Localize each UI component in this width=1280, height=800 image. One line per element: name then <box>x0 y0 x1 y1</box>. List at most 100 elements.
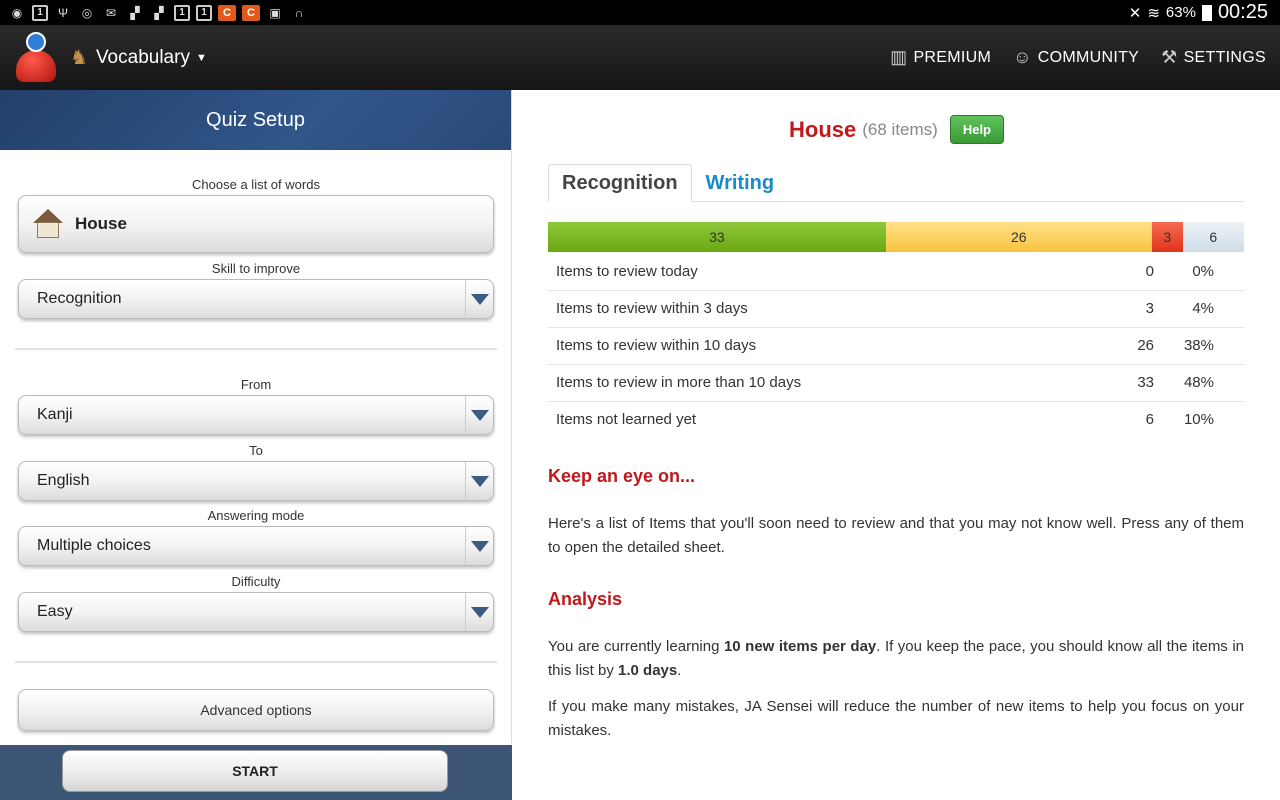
calendar-icon: 1 <box>196 4 212 21</box>
battery-label: 63% <box>1165 4 1196 21</box>
stat-name: Items to review within 3 days <box>548 290 1074 328</box>
house-icon <box>31 207 65 241</box>
from-select[interactable]: Kanji <box>18 395 494 435</box>
hammer-icon: ⚒ <box>1161 47 1178 67</box>
mode-value: Multiple choices <box>37 537 151 554</box>
stat-percent: 10% <box>1183 411 1214 429</box>
action-bar: ▥ PREMIUM ☺ COMMUNITY ⚒ SETTINGS <box>890 25 1266 90</box>
start-button[interactable]: START <box>62 750 448 792</box>
c-icon: C <box>242 4 260 21</box>
stat-name: Items not learned yet <box>556 411 697 429</box>
list-label: Choose a list of words <box>192 177 320 192</box>
dropdown-arrow-icon <box>465 593 493 631</box>
stat-percent: 4% <box>1154 290 1244 328</box>
settings-button[interactable]: ⚒ SETTINGS <box>1161 47 1266 68</box>
divider <box>15 348 497 350</box>
bar-segment-10-days: 26 <box>885 222 1152 252</box>
to-value: English <box>37 472 90 489</box>
stat-name: Items to review within 10 days <box>548 327 1074 365</box>
advanced-options-button[interactable]: Advanced options <box>18 689 494 731</box>
dropdown-arrow-icon <box>465 280 493 318</box>
from-value: Kanji <box>37 406 73 423</box>
list-detail-panel: House (68 items) Help Recognition Writin… <box>513 90 1280 800</box>
answering-mode-select[interactable]: Multiple choices <box>18 526 494 566</box>
stat-name: Items to review in more than 10 days <box>548 364 1074 402</box>
clock: 00:25 <box>1217 1 1268 23</box>
tab-recognition[interactable]: Recognition <box>548 164 692 202</box>
barcode-icon: ▥ <box>890 47 908 67</box>
app-logo-icon[interactable] <box>14 31 58 84</box>
dropdown-arrow-icon <box>465 527 493 565</box>
caret-down-icon[interactable]: ▼ <box>196 52 207 64</box>
divider <box>15 661 497 663</box>
skill-value: Recognition <box>37 290 122 307</box>
flipboard-icon: ▞ <box>130 5 140 20</box>
review-progress-bar: 33 26 3 6 <box>548 222 1244 252</box>
analysis-days-value: 1.0 days <box>618 662 678 679</box>
help-button[interactable]: Help <box>949 115 1004 144</box>
skill-label: Skill to improve <box>211 261 301 276</box>
calendar-icon: 1 <box>174 4 190 21</box>
stat-count: 0 <box>1074 253 1154 291</box>
headset-icon: ∩ <box>294 5 304 20</box>
table-row: Items to review in more than 10 days 33 … <box>548 364 1244 402</box>
analysis-pace-value: 10 new items per day <box>723 638 877 655</box>
bar-segment-learned: 33 <box>548 222 886 252</box>
table-row: Items not learned yet 6 10% <box>548 401 1244 438</box>
stat-count: 3 <box>1074 290 1154 328</box>
to-label: To <box>249 443 263 458</box>
stat-percent: 48% <box>1154 364 1244 402</box>
battery-icon <box>1201 4 1212 21</box>
table-row: Items to review today 0 0% <box>548 253 1244 291</box>
quiz-setup-header: Quiz Setup <box>0 90 511 150</box>
tab-writing[interactable]: Writing <box>692 164 788 202</box>
skill-tabs: Recognition Writing <box>548 164 1244 202</box>
screen-icon: 1 <box>32 4 48 21</box>
bag-icon: ▣ <box>269 5 281 20</box>
app-bar: ♞ Vocabulary ▼ ▥ PREMIUM ☺ COMMUNITY ⚒ S… <box>0 25 1280 90</box>
stat-percent: 0% <box>1154 253 1244 291</box>
flipboard-icon: ▞ <box>154 5 164 20</box>
bar-segment-3-days: 3 <box>1151 222 1183 252</box>
list-title: House <box>789 116 857 142</box>
keep-eye-title: Keep an eye on... <box>548 466 696 486</box>
difficulty-label: Difficulty <box>231 574 281 589</box>
table-row: Items to review within 3 days 3 4% <box>548 290 1244 328</box>
notification-icons: ◉ 1 Ψ ◎ ✉ ▞ ▞ 1 1 C C ▣ ∩ <box>0 4 308 21</box>
start-bar: START <box>0 745 512 800</box>
to-select[interactable]: English <box>18 461 494 501</box>
list-title-row: House (68 items) Help <box>513 115 1280 144</box>
stat-count: 26 <box>1074 327 1154 365</box>
item-count: (68 items) <box>862 119 938 139</box>
stat-name: Items to review today <box>548 253 1074 291</box>
difficulty-select[interactable]: Easy <box>18 592 494 632</box>
mail-icon: ✉ <box>105 5 117 20</box>
stat-count: 33 <box>1074 364 1154 402</box>
skill-select[interactable]: Recognition <box>18 279 494 319</box>
dropdown-arrow-icon <box>465 462 493 500</box>
quiz-setup-panel: Quiz Setup Choose a list of words House … <box>0 90 512 800</box>
mode-label: Answering mode <box>207 508 305 523</box>
settings-label: SETTINGS <box>1183 48 1266 66</box>
analysis-title: Analysis <box>548 589 623 609</box>
community-button[interactable]: ☺ COMMUNITY <box>1013 47 1139 68</box>
stat-percent: 38% <box>1154 327 1244 365</box>
word-list-button[interactable]: House <box>18 195 494 253</box>
community-icon: ☺ <box>1013 47 1032 67</box>
dropdown-arrow-icon <box>465 396 493 434</box>
analysis-text: You are currently learning <box>548 638 724 655</box>
premium-button[interactable]: ▥ PREMIUM <box>890 47 991 68</box>
analysis-text: . <box>677 662 682 679</box>
mute-icon: ✕ <box>1128 4 1142 22</box>
status-bar: ◉ 1 Ψ ◎ ✉ ▞ ▞ 1 1 C C ▣ ∩ ✕ ≋ 63% 00:25 <box>0 0 1280 25</box>
from-label: From <box>240 377 272 392</box>
section-dropdown[interactable]: Vocabulary <box>96 47 190 69</box>
bar-segment-not-learned: 6 <box>1182 222 1244 252</box>
status-right: ✕ ≋ 63% 00:25 <box>1129 0 1268 25</box>
sync-icon: ◎ <box>81 5 93 20</box>
notification-icon: ◉ <box>11 5 23 20</box>
stat-count: 6 <box>1145 411 1154 429</box>
analysis-pace-text: You are currently learning 10 new items … <box>548 635 1244 683</box>
keep-eye-text: Here's a list of Items that you'll soon … <box>548 515 1244 556</box>
wifi-icon: ≋ <box>1147 4 1160 22</box>
